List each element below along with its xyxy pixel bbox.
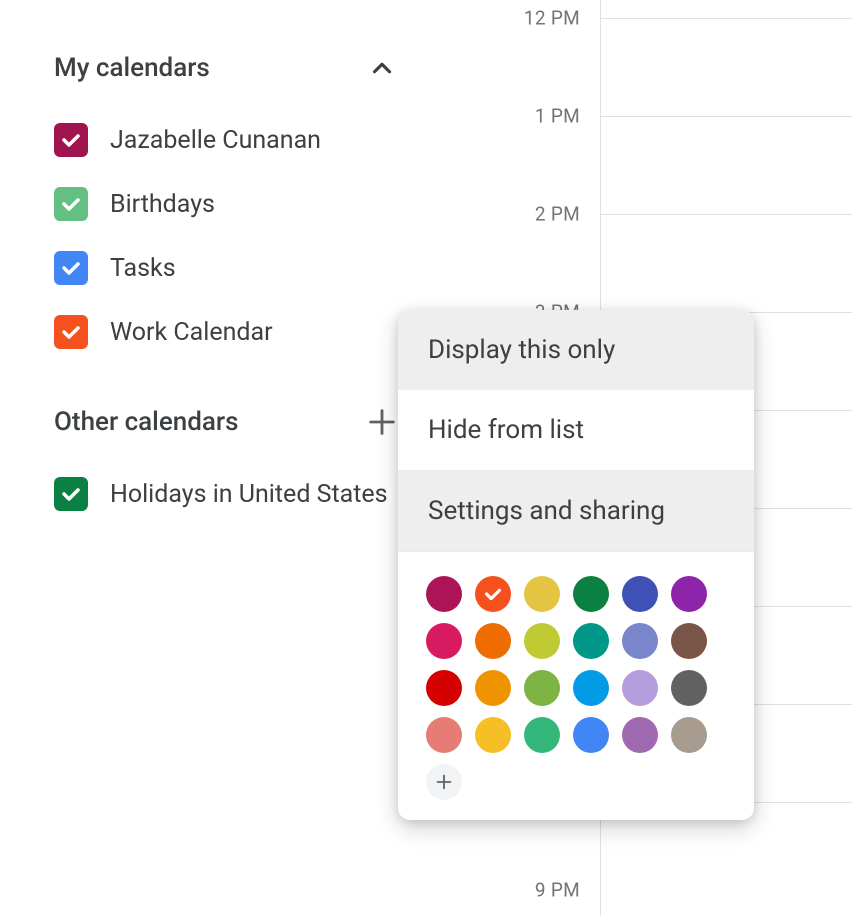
color-swatch[interactable] [671, 623, 707, 659]
other-calendars-list: Holidays in United States [54, 462, 400, 526]
my-calendar-item[interactable]: Work Calendar [54, 300, 400, 364]
color-swatch[interactable] [524, 717, 560, 753]
other-calendar-item[interactable]: Holidays in United States [54, 462, 400, 526]
my-calendars-title: My calendars [54, 53, 210, 83]
hour-line [600, 116, 852, 117]
color-swatch[interactable] [426, 623, 462, 659]
time-label: 9 PM [470, 879, 580, 902]
color-swatch[interactable] [475, 576, 511, 612]
calendar-checkbox[interactable] [54, 187, 88, 221]
color-swatch[interactable] [524, 623, 560, 659]
color-swatch[interactable] [671, 670, 707, 706]
my-calendar-item[interactable]: Birthdays [54, 172, 400, 236]
color-swatch[interactable] [426, 670, 462, 706]
my-calendars-header[interactable]: My calendars [54, 40, 400, 96]
color-swatch[interactable] [573, 717, 609, 753]
calendar-options-popover: Display this onlyHide from listSettings … [398, 310, 754, 820]
color-swatch[interactable] [622, 717, 658, 753]
add-custom-color-button[interactable] [426, 764, 462, 800]
chevron-up-icon[interactable] [364, 50, 400, 86]
color-swatch[interactable] [671, 717, 707, 753]
popover-menu-item[interactable]: Display this only [398, 310, 754, 390]
color-swatch[interactable] [426, 717, 462, 753]
color-swatch[interactable] [622, 670, 658, 706]
hour-line [600, 18, 852, 19]
color-swatch[interactable] [671, 576, 707, 612]
color-swatch[interactable] [573, 623, 609, 659]
color-swatch[interactable] [622, 576, 658, 612]
color-swatch[interactable] [426, 576, 462, 612]
calendar-label: Birthdays [110, 190, 215, 219]
other-calendars-header[interactable]: Other calendars [54, 394, 400, 450]
calendar-label: Holidays in United States [110, 480, 388, 509]
other-calendars-title: Other calendars [54, 407, 238, 437]
calendar-label: Tasks [110, 254, 176, 283]
color-swatch[interactable] [475, 717, 511, 753]
my-calendar-item[interactable]: Jazabelle Cunanan [54, 108, 400, 172]
color-swatch[interactable] [524, 576, 560, 612]
my-calendars-list: Jazabelle Cunanan Birthdays Tasks Work Cale… [54, 108, 400, 364]
time-label: 12 PM [470, 7, 580, 30]
calendar-label: Jazabelle Cunanan [110, 126, 321, 155]
color-swatch[interactable] [622, 623, 658, 659]
color-swatch[interactable] [573, 670, 609, 706]
calendar-checkbox[interactable] [54, 123, 88, 157]
hour-line [600, 214, 852, 215]
sidebar: My calendars Jazabelle Cunanan Birthdays T… [0, 40, 400, 556]
time-label: 1 PM [470, 105, 580, 128]
color-swatch[interactable] [475, 670, 511, 706]
plus-icon[interactable] [364, 404, 400, 440]
calendar-checkbox[interactable] [54, 251, 88, 285]
color-swatch[interactable] [475, 623, 511, 659]
calendar-checkbox[interactable] [54, 315, 88, 349]
calendar-label: Work Calendar [110, 318, 273, 347]
color-swatch[interactable] [573, 576, 609, 612]
color-swatch-grid [398, 552, 754, 820]
popover-menu-item[interactable]: Hide from list [398, 390, 754, 470]
time-label: 2 PM [470, 203, 580, 226]
color-swatch[interactable] [524, 670, 560, 706]
calendar-checkbox[interactable] [54, 477, 88, 511]
my-calendar-item[interactable]: Tasks [54, 236, 400, 300]
popover-menu-item[interactable]: Settings and sharing [398, 471, 754, 551]
